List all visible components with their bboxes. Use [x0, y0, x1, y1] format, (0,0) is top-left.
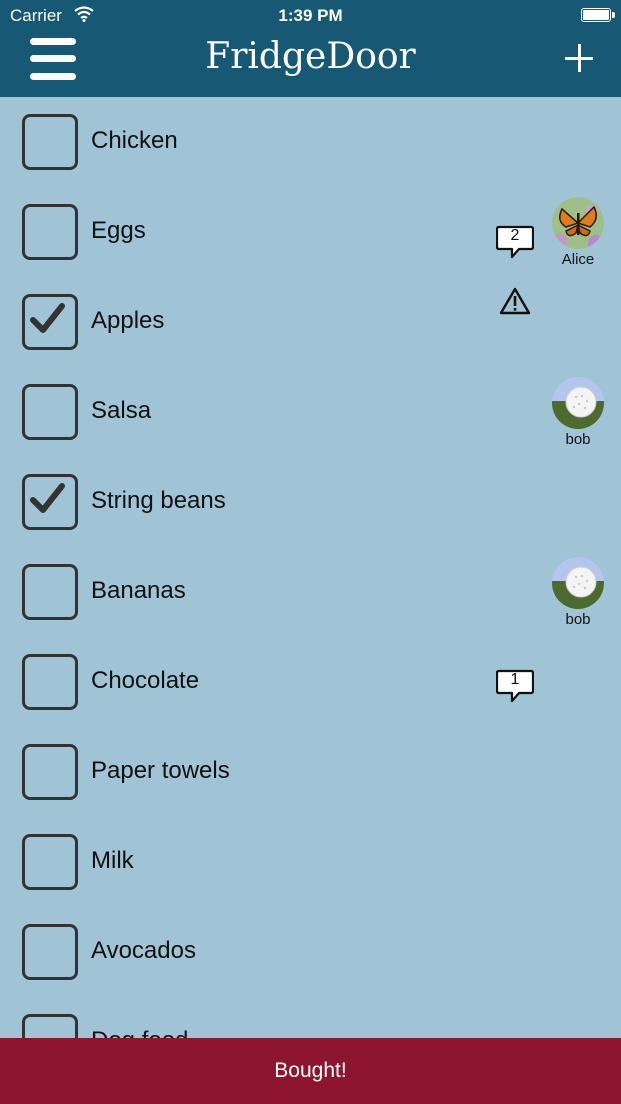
app-title: FridgeDoor [205, 36, 416, 77]
list-item[interactable]: Avocados [0, 907, 621, 997]
comment-count: 2 [510, 227, 520, 244]
checkbox[interactable] [22, 564, 78, 620]
item-label: Milk [91, 847, 134, 874]
list-item[interactable]: Chicken [0, 97, 621, 187]
status-time: 1:39 PM [278, 6, 343, 25]
checkbox[interactable] [22, 114, 78, 170]
battery-icon [581, 8, 615, 22]
comment-count: 1 [510, 671, 520, 688]
comment-bubble-icon[interactable]: 1 [495, 669, 535, 703]
list-item[interactable]: Dog food [0, 997, 621, 1038]
checkbox-checked[interactable] [22, 474, 78, 530]
top-bar: Carrier 1:39 PM FridgeDoor [0, 0, 621, 97]
item-label: Chicken [91, 127, 178, 154]
list-item[interactable]: Eggs Alice 2 [0, 187, 621, 277]
list-item[interactable]: Salsa bob [0, 367, 621, 457]
list-item[interactable]: Bananas bob [0, 547, 621, 637]
add-item-button[interactable] [565, 44, 593, 72]
shopping-list[interactable]: Chicken Eggs Alice 2 Apples Salsa bob String be… [0, 97, 621, 1038]
checkbox[interactable] [22, 834, 78, 890]
list-item[interactable]: Paper towels [0, 727, 621, 817]
checkbox[interactable] [22, 654, 78, 710]
bought-button[interactable]: Bought! [0, 1038, 621, 1104]
item-label: Dog food [91, 1027, 188, 1038]
list-item[interactable]: Chocolate 1 [0, 637, 621, 727]
checkbox[interactable] [22, 1014, 78, 1038]
butterfly-avatar-icon [552, 197, 604, 249]
list-item[interactable]: Milk [0, 817, 621, 907]
list-item[interactable]: String beans [0, 457, 621, 547]
checkbox-checked[interactable] [22, 294, 78, 350]
assigned-user-name: bob [565, 431, 591, 448]
checkbox[interactable] [22, 384, 78, 440]
item-label: Paper towels [91, 757, 230, 784]
assigned-user-name: Alice [561, 251, 595, 268]
golf-ball-avatar-icon [552, 377, 604, 429]
item-label: Salsa [91, 397, 152, 424]
checkbox[interactable] [22, 744, 78, 800]
item-label: Apples [91, 307, 165, 334]
golf-ball-avatar-icon [552, 557, 604, 609]
checkbox[interactable] [22, 924, 78, 980]
assigned-user-name: bob [565, 611, 591, 628]
checkbox[interactable] [22, 204, 78, 260]
status-bar: Carrier 1:39 PM [0, 0, 621, 32]
item-label: Chocolate [91, 667, 200, 694]
warning-icon[interactable] [499, 287, 531, 315]
item-label: Bananas [91, 577, 186, 604]
item-label: Avocados [91, 937, 196, 964]
comment-bubble-icon[interactable]: 2 [495, 225, 535, 259]
item-label: String beans [91, 487, 226, 514]
item-label: Eggs [91, 217, 146, 244]
